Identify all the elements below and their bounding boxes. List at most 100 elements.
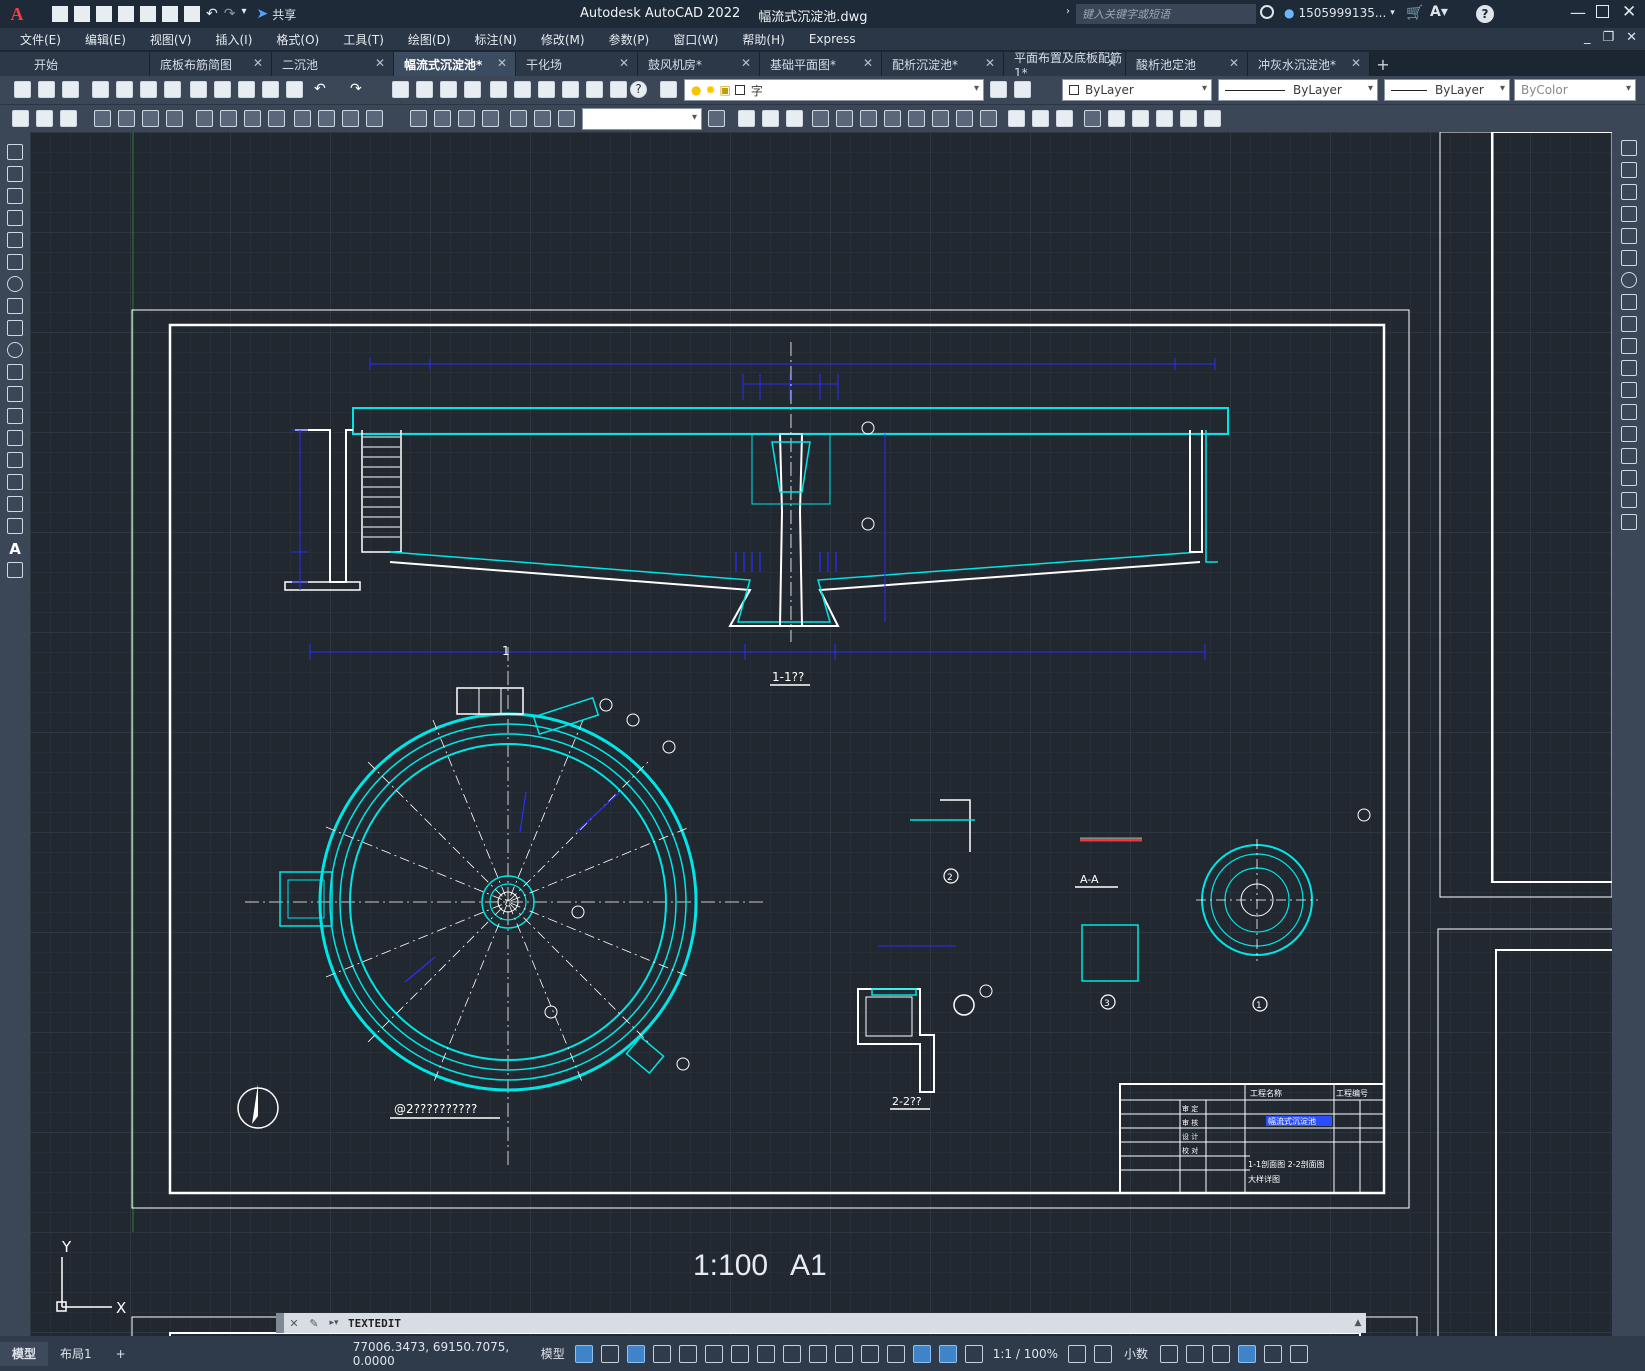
insert-block-icon[interactable] xyxy=(7,386,23,402)
lineweight-dropdown[interactable]: ByLayer ▾ xyxy=(1384,79,1510,101)
save-icon[interactable] xyxy=(96,6,112,22)
tool-palettes-icon[interactable] xyxy=(538,81,555,98)
quick-dim-icon[interactable] xyxy=(294,110,311,127)
extract-edges-icon[interactable] xyxy=(1132,110,1149,127)
stretch-icon[interactable] xyxy=(1621,316,1637,332)
close-icon[interactable]: ✕ xyxy=(985,56,995,70)
menu-format[interactable]: 格式(O) xyxy=(264,31,331,48)
units-display[interactable]: 小数 xyxy=(1124,1345,1148,1362)
polygon-icon[interactable] xyxy=(7,210,23,226)
save-icon[interactable] xyxy=(62,81,79,98)
interfere-icon[interactable] xyxy=(1056,110,1073,127)
menu-tools[interactable]: 工具(T) xyxy=(331,31,396,48)
redo-icon[interactable]: ↷ xyxy=(224,6,236,22)
scale-icon[interactable] xyxy=(1621,294,1637,310)
menu-window[interactable]: 窗口(W) xyxy=(661,31,730,48)
ellipse-icon[interactable] xyxy=(7,342,23,358)
wrench-icon[interactable]: ✎ xyxy=(304,1317,324,1330)
close-icon[interactable]: ✕ xyxy=(375,56,385,70)
blend-curves-icon[interactable] xyxy=(1621,492,1637,508)
add-layout-button[interactable]: + xyxy=(104,1342,138,1366)
quick-calc-icon[interactable] xyxy=(610,81,627,98)
markup-icon[interactable] xyxy=(586,81,603,98)
layer-properties-icon[interactable] xyxy=(660,81,677,98)
dim-text-edit-icon[interactable] xyxy=(534,110,551,127)
explode-icon[interactable] xyxy=(1621,514,1637,530)
tab-file[interactable]: 基础平面图* ✕ xyxy=(760,52,882,76)
extend-icon[interactable] xyxy=(1621,360,1637,376)
polar-icon[interactable] xyxy=(652,1344,671,1363)
point-icon[interactable] xyxy=(7,430,23,446)
add-selected-icon[interactable] xyxy=(7,562,23,578)
undo-icon[interactable]: ↶ xyxy=(206,6,218,22)
command-history-icon[interactable]: ▸▾ xyxy=(324,1318,344,1328)
annotation-monitor-icon[interactable] xyxy=(1094,1344,1113,1363)
break-at-point-icon[interactable] xyxy=(1621,382,1637,398)
circle-icon[interactable] xyxy=(7,276,23,292)
aligned-dim-icon[interactable] xyxy=(118,110,135,127)
close-icon[interactable]: ✕ xyxy=(1107,56,1117,70)
selection-cycling-icon[interactable] xyxy=(808,1344,827,1363)
close-icon[interactable]: ✕ xyxy=(741,56,751,70)
hatch-icon[interactable] xyxy=(7,452,23,468)
minimize-button[interactable]: — xyxy=(1570,3,1586,22)
transparency-icon[interactable] xyxy=(782,1344,801,1363)
shell-icon[interactable] xyxy=(1180,110,1197,127)
tab-file[interactable]: 底板布筋简图 ✕ xyxy=(150,52,272,76)
cone-icon[interactable] xyxy=(786,110,803,127)
tab-start[interactable]: 开始 xyxy=(0,52,150,76)
construction-line-icon[interactable] xyxy=(7,166,23,182)
menu-modify[interactable]: 修改(M) xyxy=(529,31,597,48)
cut-icon[interactable] xyxy=(190,81,207,98)
extrude-icon[interactable] xyxy=(812,110,829,127)
tab-file[interactable]: 酸析池定池 ✕ xyxy=(1126,52,1248,76)
radius-dim-icon[interactable] xyxy=(196,110,213,127)
zoom-realtime-icon[interactable] xyxy=(416,81,433,98)
section-plane-icon[interactable] xyxy=(1084,110,1101,127)
revision-cloud-icon[interactable] xyxy=(7,298,23,314)
user-account[interactable]: ● 1505999135... ▾ xyxy=(1284,6,1395,20)
slice-icon[interactable] xyxy=(1008,110,1025,127)
customization-icon[interactable] xyxy=(1290,1344,1309,1363)
hardware-acceleration-icon[interactable] xyxy=(1238,1344,1257,1363)
trim-icon[interactable] xyxy=(1621,338,1637,354)
dynamic-ucs-icon[interactable] xyxy=(860,1344,879,1363)
polyline-icon[interactable] xyxy=(7,188,23,204)
multiline-text-icon[interactable]: A xyxy=(7,540,23,558)
menu-edit[interactable]: 编辑(E) xyxy=(73,31,138,48)
copy-icon[interactable] xyxy=(214,81,231,98)
open-icon[interactable] xyxy=(74,6,90,22)
menu-insert[interactable]: 插入(I) xyxy=(203,31,264,48)
line-icon[interactable] xyxy=(7,144,23,160)
table-icon[interactable] xyxy=(7,518,23,534)
flatshot-icon[interactable] xyxy=(1108,110,1125,127)
new-file-icon[interactable] xyxy=(52,6,68,22)
tab-file[interactable]: 平面布置及底板配筋1* ✕ xyxy=(1004,51,1126,80)
menu-file[interactable]: 文件(E) xyxy=(8,31,73,48)
new-tab-button[interactable]: + xyxy=(1370,52,1396,76)
close-button[interactable]: ✕ xyxy=(1622,2,1636,22)
search-input[interactable]: 键入关键字或短语 xyxy=(1076,4,1256,24)
sheet-set-icon[interactable] xyxy=(562,81,579,98)
snap-icon[interactable] xyxy=(600,1344,619,1363)
quick-properties-icon[interactable] xyxy=(1160,1344,1179,1363)
join-icon[interactable] xyxy=(1621,426,1637,442)
annotation-visibility-icon[interactable] xyxy=(938,1344,957,1363)
offset-icon[interactable] xyxy=(1621,206,1637,222)
paste-icon[interactable] xyxy=(238,81,255,98)
dim-override-icon[interactable] xyxy=(708,110,725,127)
plot-icon[interactable] xyxy=(92,81,109,98)
properties-icon[interactable] xyxy=(490,81,507,98)
inspect-icon[interactable] xyxy=(458,110,475,127)
help-icon[interactable]: ? xyxy=(1476,5,1494,23)
color-dropdown[interactable]: ByLayer ▾ xyxy=(1062,79,1212,101)
share-drawing-icon[interactable] xyxy=(162,6,178,22)
match-properties-icon[interactable] xyxy=(262,81,279,98)
angular-dim-icon[interactable] xyxy=(268,110,285,127)
tab-file[interactable]: 冲灰水沉淀池* ✕ xyxy=(1248,52,1370,76)
workspace-switch-icon[interactable] xyxy=(1068,1344,1087,1363)
3d-print-icon[interactable] xyxy=(164,81,181,98)
workspace-icon[interactable] xyxy=(12,110,29,127)
subtract-icon[interactable] xyxy=(956,110,973,127)
plot-preview-icon[interactable] xyxy=(116,81,133,98)
